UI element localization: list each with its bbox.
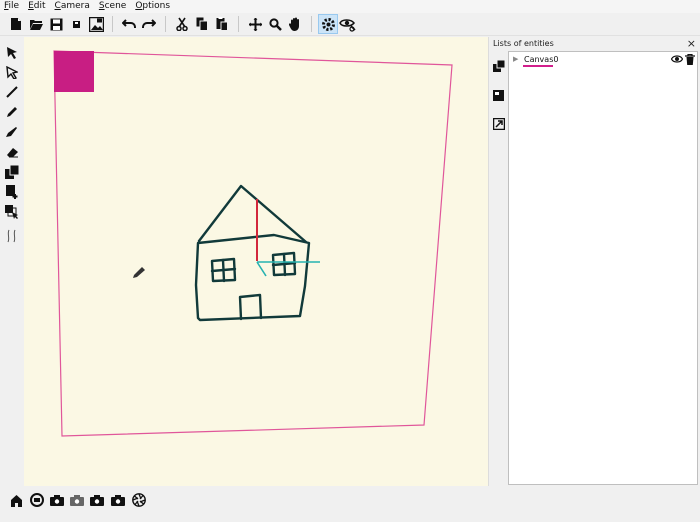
- settings-active-icon[interactable]: [318, 14, 338, 34]
- pink-color-swatch[interactable]: [54, 51, 94, 92]
- brush-tool-icon[interactable]: [2, 123, 22, 141]
- menu-options-rest: ptions: [142, 1, 171, 11]
- copy-icon[interactable]: [192, 14, 212, 34]
- drawing-canvas[interactable]: [24, 37, 488, 486]
- move-icon[interactable]: [245, 14, 265, 34]
- cut-icon[interactable]: [172, 14, 192, 34]
- camera-2-icon[interactable]: [68, 491, 86, 509]
- left-tool-column: [0, 37, 24, 485]
- camera-4-icon[interactable]: [109, 491, 127, 509]
- entity-name[interactable]: Canvas0: [524, 55, 558, 64]
- pan-hand-icon[interactable]: [285, 14, 305, 34]
- entity-list: ▶ Canvas0: [508, 51, 698, 485]
- pen-cursor-icon: [133, 267, 145, 278]
- small-save-icon[interactable]: [66, 14, 86, 34]
- merge-entity-icon[interactable]: [491, 87, 507, 103]
- menu-camera-rest: amera: [60, 1, 90, 11]
- redo-icon[interactable]: [139, 14, 159, 34]
- entities-panel: Lists of entities × ▶ Canvas0: [488, 37, 700, 486]
- menu-bar: File Edit Camera Scene Options: [0, 0, 700, 13]
- list-item[interactable]: ▶ Canvas0: [509, 53, 697, 68]
- toolbar-separator: [165, 16, 166, 32]
- export-entity-icon[interactable]: [491, 116, 507, 132]
- entity-color-underline: [523, 65, 553, 67]
- zoom-icon[interactable]: [265, 14, 285, 34]
- menu-camera[interactable]: Camera: [55, 0, 90, 13]
- drawing-viewport[interactable]: [24, 37, 488, 486]
- new-file-icon[interactable]: [6, 14, 26, 34]
- fill-layer-icon[interactable]: [2, 163, 22, 181]
- menu-edit[interactable]: Edit: [28, 0, 45, 13]
- select-partial-icon[interactable]: [2, 63, 22, 81]
- pen-tool-icon[interactable]: [2, 103, 22, 121]
- eraser-icon[interactable]: [2, 143, 22, 161]
- menu-file[interactable]: File: [4, 0, 19, 13]
- view-eye-icon[interactable]: [338, 14, 358, 34]
- expand-arrow-icon[interactable]: ▶: [513, 55, 518, 63]
- panel-side-toolbar: [489, 51, 508, 486]
- main-toolbar: [0, 13, 700, 36]
- axis-z-cyan[interactable]: [256, 261, 267, 277]
- menu-options[interactable]: Options: [135, 0, 170, 13]
- home-icon[interactable]: [7, 491, 25, 509]
- toolbar-separator: [238, 16, 239, 32]
- undo-icon[interactable]: [119, 14, 139, 34]
- open-folder-icon[interactable]: [26, 14, 46, 34]
- menu-scene[interactable]: Scene: [99, 0, 126, 13]
- stroke-style-icon[interactable]: [2, 227, 22, 245]
- paste-icon[interactable]: [212, 14, 232, 34]
- canvas-page-outline: [53, 50, 453, 437]
- layer-select-icon[interactable]: [2, 203, 22, 221]
- save-icon[interactable]: [46, 14, 66, 34]
- house-drawing: [194, 184, 311, 322]
- aperture-icon[interactable]: [130, 491, 148, 509]
- camera-1-icon[interactable]: [48, 491, 66, 509]
- camera-reset-icon[interactable]: [28, 491, 46, 509]
- line-tool-icon[interactable]: [2, 83, 22, 101]
- export-image-icon[interactable]: [86, 14, 106, 34]
- duplicate-entity-icon[interactable]: [491, 58, 507, 74]
- select-arrow-icon[interactable]: [2, 43, 22, 61]
- app-window: File Edit Camera Scene Options Lists of …: [0, 0, 700, 522]
- toolbar-separator: [112, 16, 113, 32]
- toolbar-separator: [311, 16, 312, 32]
- add-layer-icon[interactable]: [2, 183, 22, 201]
- bottom-camera-bar: [0, 486, 700, 522]
- trash-icon[interactable]: [685, 53, 695, 68]
- panel-title: Lists of entities: [493, 39, 554, 48]
- menu-scene-rest: cene: [104, 1, 127, 11]
- menu-edit-rest: dit: [33, 1, 46, 11]
- panel-close-button[interactable]: ×: [687, 37, 696, 50]
- menu-file-rest: ile: [8, 1, 20, 11]
- camera-3-icon[interactable]: [88, 491, 106, 509]
- visibility-eye-icon[interactable]: [670, 54, 684, 67]
